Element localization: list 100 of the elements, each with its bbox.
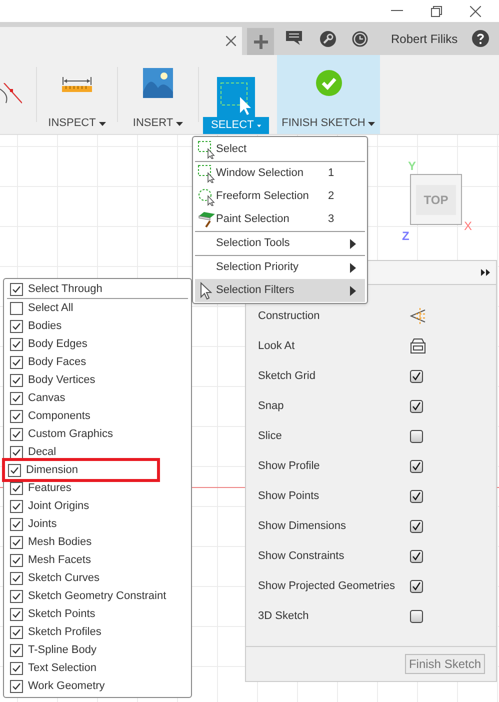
checkbox[interactable] [10,518,23,530]
checkbox[interactable] [10,282,23,296]
checkbox[interactable] [410,370,423,382]
filter-item[interactable]: Sketch Geometry Constraint [7,587,188,605]
filter-item[interactable]: Dimension [5,461,157,479]
filter-item[interactable]: Joint Origins [7,497,188,515]
filter-item[interactable]: Components [7,407,188,425]
checkbox[interactable] [10,374,23,386]
option-label: Slice [258,428,283,444]
toolbar-dropdown[interactable]: FINISH SKETCH [274,115,384,132]
close-icon[interactable] [226,36,236,46]
menu-item[interactable]: Selection Tools [195,232,365,256]
option-label: Show Constraints [258,548,346,564]
checkbox[interactable] [410,400,423,412]
filter-item[interactable]: Mesh Bodies [7,533,188,551]
checkbox[interactable] [10,536,23,548]
caret-icon [256,124,261,128]
filter-item[interactable]: Body Edges [7,335,188,353]
user-name[interactable]: Robert Filiks [391,30,458,48]
shortcut-label: 3 [328,212,336,228]
menu-item[interactable]: Select [195,138,365,162]
new-tab-button[interactable] [247,28,274,55]
wrench-icon[interactable] [320,30,336,46]
expand-icon[interactable] [481,269,490,276]
filter-item[interactable]: T-Spline Body [7,641,188,659]
paint-selection-icon [198,210,214,228]
option-label: Sketch Grid [258,368,316,384]
filter-item[interactable]: Body Vertices [7,371,188,389]
select-tool-button[interactable] [217,77,255,117]
sketch-tool-icon[interactable] [0,83,22,105]
checkbox[interactable] [10,320,23,332]
look-at-icon[interactable] [410,338,426,354]
checkbox[interactable] [10,554,23,566]
filter-item[interactable]: Custom Graphics [7,425,188,443]
filter-item[interactable]: Sketch Profiles [7,623,188,641]
filter-item[interactable]: Sketch Curves [7,569,188,587]
restore-icon[interactable] [431,6,442,16]
finish-sketch-button[interactable]: Finish Sketch [404,654,485,674]
window-selection-icon [198,140,214,158]
checkbox[interactable] [10,572,23,584]
checkbox[interactable] [10,410,23,422]
checkbox[interactable] [10,482,23,494]
filter-item[interactable]: Text Selection [7,659,188,677]
axis-label: X [464,218,472,235]
filter-item[interactable]: Mesh Facets [7,551,188,569]
checkbox[interactable] [8,464,21,476]
menu-item[interactable]: Selection Priority [195,256,365,279]
checkbox[interactable] [10,500,23,512]
checkbox[interactable] [410,610,423,622]
option-label: Show Profile [258,458,321,474]
option-label: 3D Sketch [258,608,310,624]
checkbox[interactable] [410,430,423,442]
option-label: Construction [258,308,321,324]
construction-icon[interactable] [410,308,426,324]
menu-item[interactable]: Freeform Selection 2 [195,185,365,208]
image-icon[interactable] [143,68,173,98]
toolbar-dropdown[interactable]: INSPECT [40,115,114,132]
checkbox[interactable] [10,446,23,458]
checkbox[interactable] [10,338,23,350]
checkbox[interactable] [410,550,423,562]
filter-item[interactable]: Canvas [7,389,188,407]
toolbar-dropdown[interactable]: INSERT [124,115,192,132]
checkbox[interactable] [10,428,23,440]
clock-icon[interactable] [352,30,368,46]
minimize-icon[interactable] [391,10,403,12]
checkbox[interactable] [410,460,423,472]
close-icon[interactable] [470,6,481,16]
filter-item[interactable]: Features [7,479,188,497]
caret-icon [98,122,106,126]
filter-item[interactable]: Joints [7,515,188,533]
checkbox[interactable] [410,520,423,532]
checkbox[interactable] [410,490,423,502]
checkbox[interactable] [410,580,423,592]
menu-item[interactable]: Selection Filters [195,279,365,302]
filter-item[interactable]: Bodies [7,317,188,335]
checkbox[interactable] [10,392,23,404]
menu-item[interactable]: Paint Selection 3 [195,208,365,232]
option-label: Show Points [258,488,320,504]
checkbox[interactable] [10,644,23,656]
filter-item[interactable]: Decal [7,443,188,461]
check-circle-icon[interactable] [316,70,342,96]
plus-icon [254,34,268,48]
filter-item[interactable]: Select All [7,299,188,317]
checkbox[interactable] [10,662,23,674]
checkbox[interactable] [10,626,23,638]
help-icon[interactable] [472,30,489,47]
option-label: Snap [258,398,285,414]
filter-item[interactable]: Select Through [7,280,188,299]
filter-item[interactable]: Sketch Points [7,605,188,623]
filter-item[interactable]: Body Faces [7,353,188,371]
checkbox[interactable] [10,680,23,692]
menu-item[interactable]: Window Selection 1 [195,162,365,185]
checkbox[interactable] [10,608,23,620]
checkbox[interactable] [10,590,23,602]
submenu-arrow-icon [350,238,356,248]
checkbox[interactable] [10,302,23,314]
checkbox[interactable] [10,356,23,368]
freeform-selection-icon [198,188,214,206]
filter-item[interactable]: Work Geometry [7,677,188,695]
comment-icon[interactable] [286,31,302,46]
